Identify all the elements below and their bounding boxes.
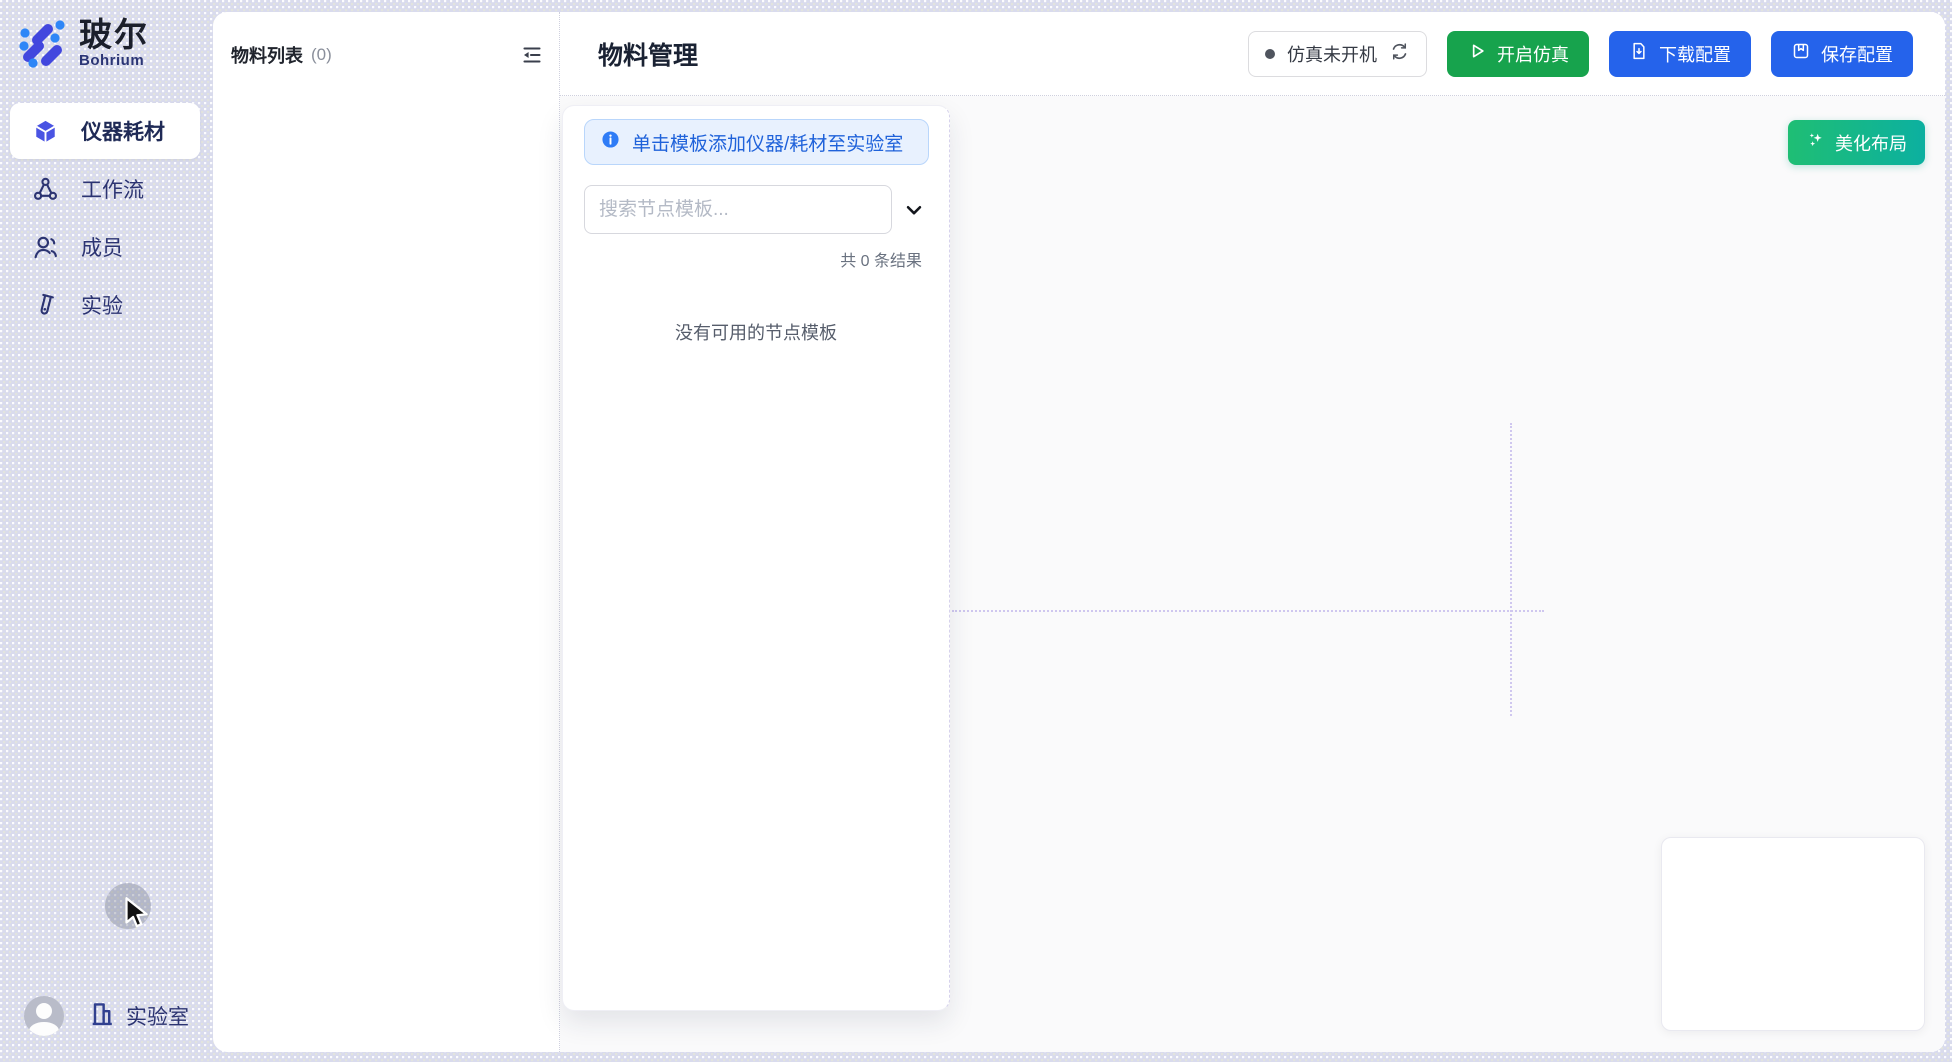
search-input[interactable] — [584, 185, 892, 234]
minimap-panel[interactable] — [1661, 837, 1925, 1031]
sidebar-nav: 仪器耗材 工作流 成员 — [10, 103, 200, 333]
download-config-label: 下载配置 — [1659, 41, 1731, 67]
sidebar-item-label: 工作流 — [81, 174, 144, 204]
flow-canvas[interactable]: 美化布局 单击模板添加仪器/耗材至实验室 — [560, 96, 1945, 1052]
cube-icon — [32, 118, 59, 145]
sidebar-item-members[interactable]: 成员 — [10, 219, 200, 275]
download-config-button[interactable]: 下载配置 — [1609, 31, 1751, 77]
info-icon — [600, 129, 621, 155]
members-icon — [32, 234, 59, 261]
sidebar-item-workflow[interactable]: 工作流 — [10, 161, 200, 217]
user-avatar[interactable] — [24, 996, 64, 1036]
building-icon — [88, 1000, 116, 1033]
info-banner-text: 单击模板添加仪器/耗材至实验室 — [632, 129, 903, 156]
main-area: 物料管理 仿真未开机 — [560, 12, 1945, 1052]
status-dot-icon — [1265, 49, 1275, 59]
experiment-icon — [32, 292, 59, 319]
brand-logo: 玻尔 Bohrium — [16, 14, 149, 73]
simulation-status-label: 仿真未开机 — [1287, 41, 1377, 67]
material-list-title: 物料列表 — [231, 42, 303, 68]
sidebar-item-label: 仪器耗材 — [81, 116, 165, 146]
beautify-layout-label: 美化布局 — [1835, 130, 1907, 156]
page-title: 物料管理 — [598, 36, 698, 72]
lab-switcher[interactable]: 实验室 — [88, 1000, 189, 1033]
info-banner: 单击模板添加仪器/耗材至实验室 — [584, 119, 929, 165]
bohrium-logo-icon — [16, 14, 68, 73]
play-icon — [1467, 41, 1487, 66]
node-template-panel: 单击模板添加仪器/耗材至实验室 共 0 条结果 没有可用的节点模板 — [562, 105, 950, 1011]
simulation-status-pill[interactable]: 仿真未开机 — [1248, 31, 1427, 77]
sidebar-item-instruments[interactable]: 仪器耗材 — [10, 103, 200, 159]
canvas-guide-vertical — [1510, 423, 1512, 716]
start-simulation-button[interactable]: 开启仿真 — [1447, 31, 1589, 77]
sidebar-item-label: 实验 — [81, 290, 123, 320]
sidebar-item-label: 成员 — [81, 232, 123, 262]
file-download-icon — [1629, 41, 1649, 66]
sidebar-item-experiments[interactable]: 实验 — [10, 277, 200, 333]
empty-template-message: 没有可用的节点模板 — [563, 319, 949, 345]
mouse-cursor — [122, 896, 152, 937]
results-count: 共 0 条结果 — [563, 247, 949, 271]
beautify-layout-button[interactable]: 美化布局 — [1788, 120, 1925, 165]
material-list-panel: 物料列表 (0) — [213, 12, 560, 1052]
start-simulation-label: 开启仿真 — [1497, 41, 1569, 67]
save-config-button[interactable]: 保存配置 — [1771, 31, 1913, 77]
main-header: 物料管理 仿真未开机 — [560, 12, 1945, 96]
brand-name-en: Bohrium — [79, 52, 149, 69]
sidebar-footer: 实验室 — [0, 996, 213, 1036]
header-actions: 仿真未开机 — [1248, 31, 1913, 77]
canvas-guide-horizontal — [952, 610, 1544, 612]
chevron-down-icon[interactable] — [899, 195, 929, 225]
brand-name-cn: 玻尔 — [79, 18, 149, 53]
save-config-label: 保存配置 — [1821, 41, 1893, 67]
material-list-count: (0) — [311, 45, 332, 65]
save-icon — [1791, 41, 1811, 66]
main-window: 物料列表 (0) 物料管理 仿真未开机 — [213, 12, 1945, 1052]
sparkles-icon — [1806, 130, 1826, 155]
workflow-icon — [32, 176, 59, 203]
refresh-icon[interactable] — [1389, 41, 1410, 67]
collapse-panel-icon[interactable] — [519, 42, 545, 68]
lab-label: 实验室 — [126, 1001, 189, 1031]
